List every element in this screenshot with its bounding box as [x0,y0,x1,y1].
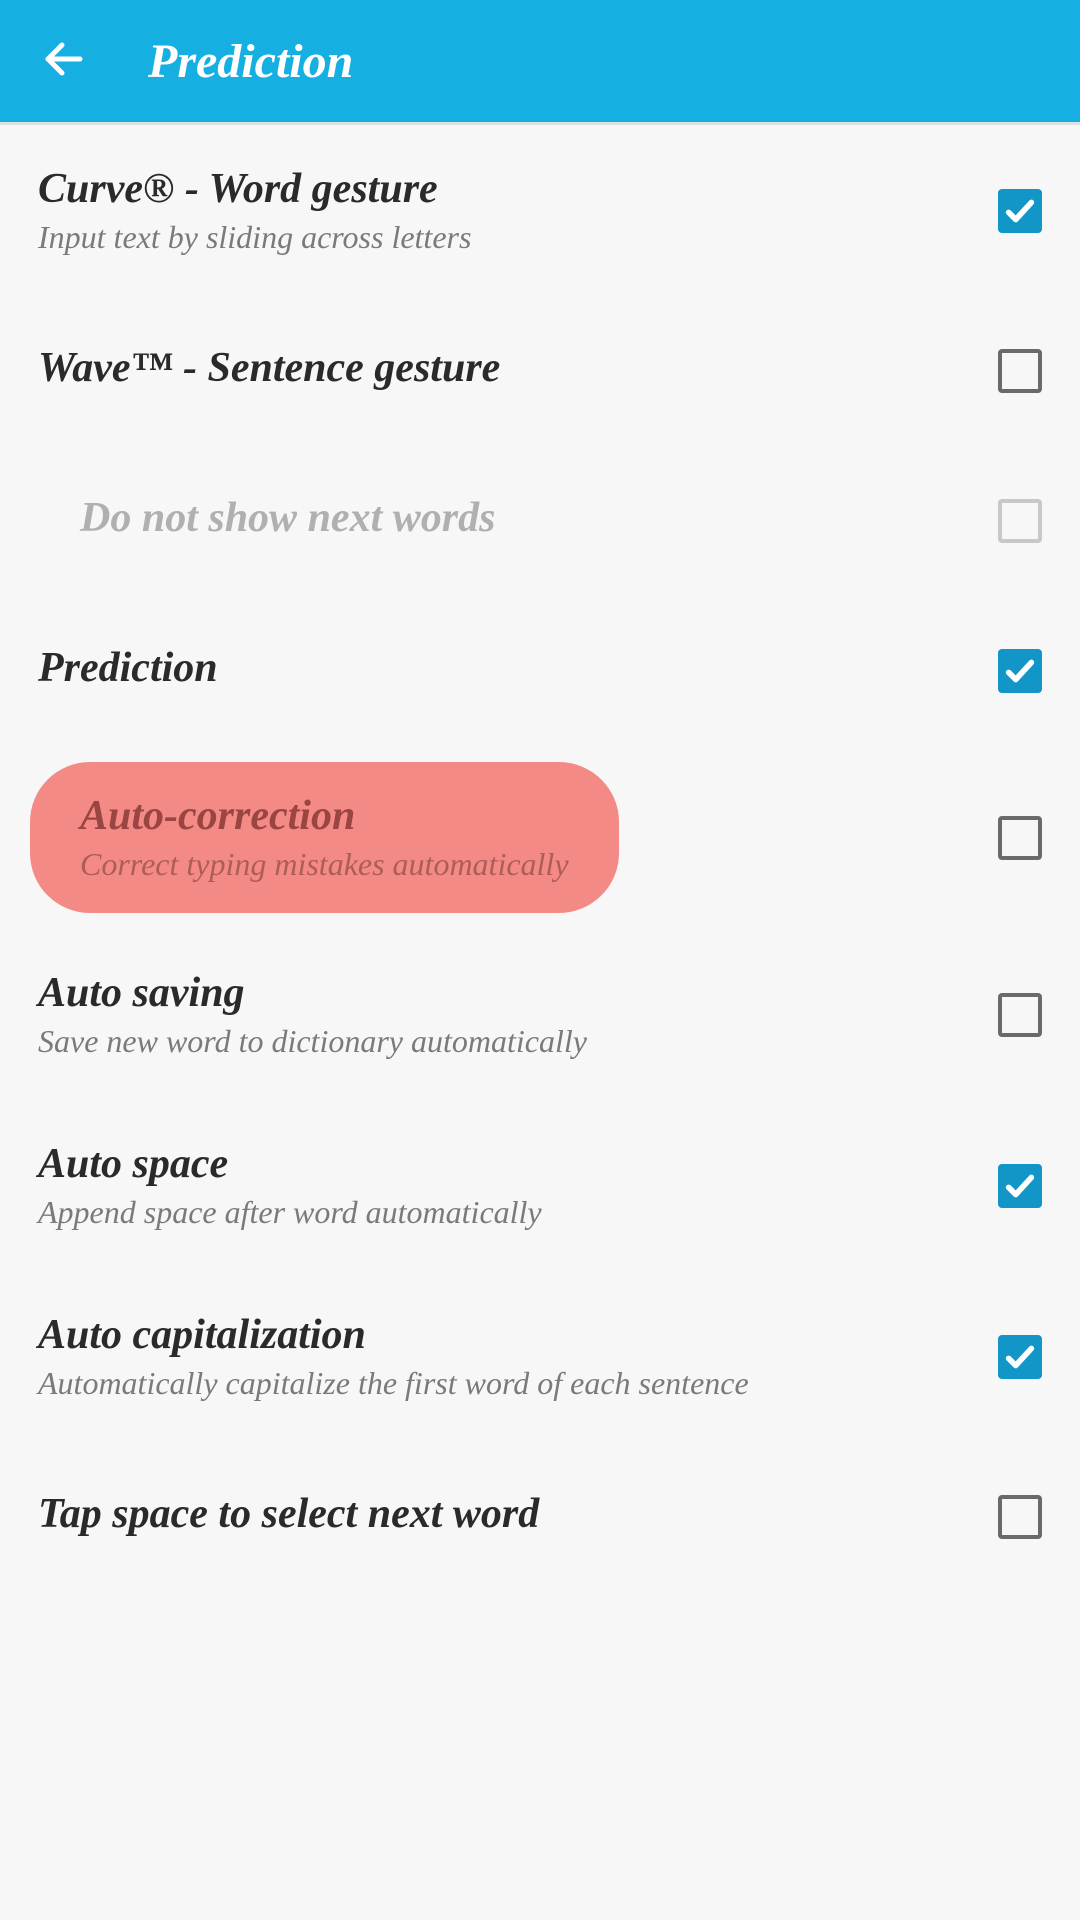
setting-auto-space[interactable]: Auto space Append space after word autom… [0,1100,1080,1271]
setting-text: Auto saving Save new word to dictionary … [38,969,978,1060]
setting-title: Auto capitalization [38,1311,978,1359]
setting-wave-sentence-gesture[interactable]: Wave™ - Sentence gesture [0,296,1080,446]
setting-text: Wave™ - Sentence gesture [38,344,978,398]
setting-curve-word-gesture[interactable]: Curve® - Word gesture Input text by slid… [0,125,1080,296]
setting-tap-space-select-next[interactable]: Tap space to select next word [0,1442,1080,1592]
checkbox-curve[interactable] [998,189,1042,233]
setting-subtitle: Input text by sliding across letters [38,219,978,256]
setting-subtitle: Append space after word automatically [38,1194,978,1231]
checkbox-auto-space[interactable] [998,1164,1042,1208]
setting-subtitle: Save new word to dictionary automaticall… [38,1023,978,1060]
setting-text: Auto-correction Correct typing mistakes … [38,762,978,913]
checkbox-prediction[interactable] [998,649,1042,693]
setting-title: Auto space [38,1140,978,1188]
setting-title: Prediction [38,644,978,692]
setting-auto-saving[interactable]: Auto saving Save new word to dictionary … [0,929,1080,1100]
setting-text: Curve® - Word gesture Input text by slid… [38,165,978,256]
setting-text: Auto capitalization Automatically capita… [38,1311,978,1402]
setting-title: Do not show next words [80,494,978,542]
settings-list: Curve® - Word gesture Input text by slid… [0,125,1080,1592]
checkbox-auto-correction[interactable] [998,816,1042,860]
setting-title: Curve® - Word gesture [38,165,978,213]
setting-prediction[interactable]: Prediction [0,596,1080,746]
checkbox-tap-space[interactable] [998,1495,1042,1539]
back-arrow-icon[interactable] [40,35,88,88]
setting-do-not-show-next-words: Do not show next words [0,446,1080,596]
setting-auto-correction[interactable]: Auto-correction Correct typing mistakes … [0,746,1080,929]
app-header: Prediction [0,0,1080,125]
setting-title: Tap space to select next word [38,1490,978,1538]
checkbox-do-not-show [998,499,1042,543]
highlight-indicator: Auto-correction Correct typing mistakes … [30,762,619,913]
setting-subtitle: Correct typing mistakes automatically [80,846,569,883]
setting-subtitle: Automatically capitalize the first word … [38,1365,978,1402]
setting-title: Wave™ - Sentence gesture [38,344,978,392]
setting-text: Tap space to select next word [38,1490,978,1544]
setting-auto-capitalization[interactable]: Auto capitalization Automatically capita… [0,1271,1080,1442]
setting-text: Auto space Append space after word autom… [38,1140,978,1231]
setting-text: Do not show next words [80,494,978,548]
checkbox-auto-saving[interactable] [998,993,1042,1037]
checkbox-auto-capitalization[interactable] [998,1335,1042,1379]
setting-title: Auto-correction [80,792,569,840]
setting-text: Prediction [38,644,978,698]
page-title: Prediction [148,34,353,89]
checkbox-wave[interactable] [998,349,1042,393]
setting-title: Auto saving [38,969,978,1017]
